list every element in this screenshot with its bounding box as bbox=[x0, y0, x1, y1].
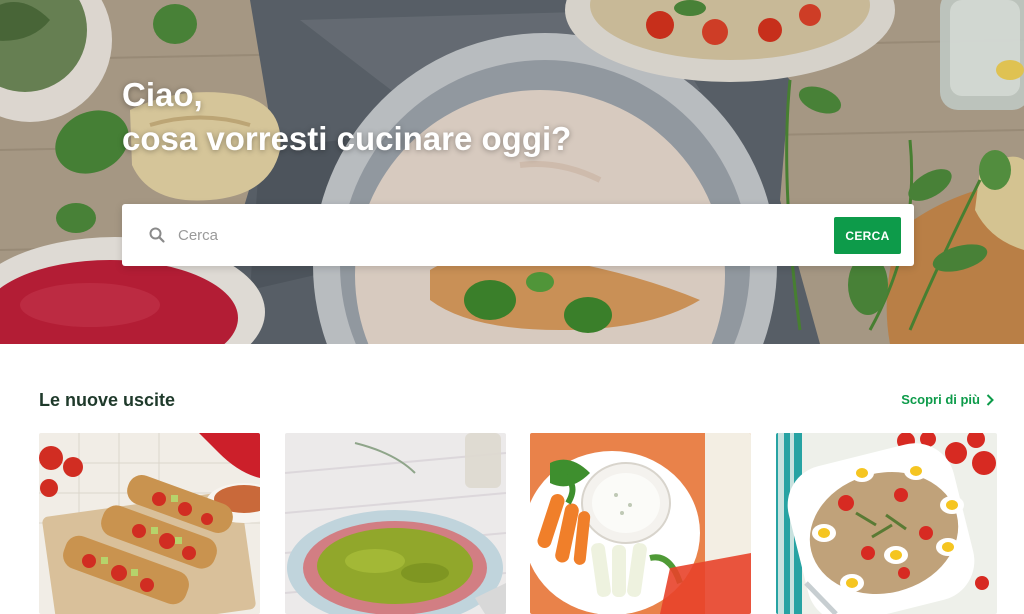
search-button[interactable]: CERCA bbox=[834, 217, 901, 254]
recipe-card[interactable] bbox=[39, 433, 260, 614]
recipe-card[interactable] bbox=[530, 433, 751, 614]
recipe-card-list bbox=[39, 433, 997, 614]
section-title-new-releases: Le nuove uscite bbox=[39, 390, 176, 410]
discover-more-label: Scopri di più bbox=[901, 392, 980, 407]
hero-heading: Ciao, cosa vorresti cucinare oggi? bbox=[122, 73, 571, 161]
chevron-right-icon bbox=[986, 393, 994, 406]
recipe-photo-egg-salad bbox=[776, 433, 997, 614]
recipe-card[interactable] bbox=[776, 433, 997, 614]
discover-more-link[interactable]: Scopri di più bbox=[901, 392, 994, 407]
hero-greeting: Ciao, bbox=[122, 76, 203, 113]
recipe-card[interactable] bbox=[285, 433, 506, 614]
search-bar: CERCA bbox=[122, 204, 914, 266]
search-icon bbox=[149, 227, 165, 243]
recipe-photo-carpaccio bbox=[285, 433, 506, 614]
search-input[interactable] bbox=[178, 220, 818, 250]
hero-banner: Ciao, cosa vorresti cucinare oggi? CERCA bbox=[0, 0, 1024, 344]
recipe-photo-bruschette bbox=[39, 433, 260, 614]
hero-food-photo bbox=[0, 0, 1024, 344]
recipe-photo-crudites bbox=[530, 433, 751, 614]
hero-question: cosa vorresti cucinare oggi? bbox=[122, 120, 572, 157]
